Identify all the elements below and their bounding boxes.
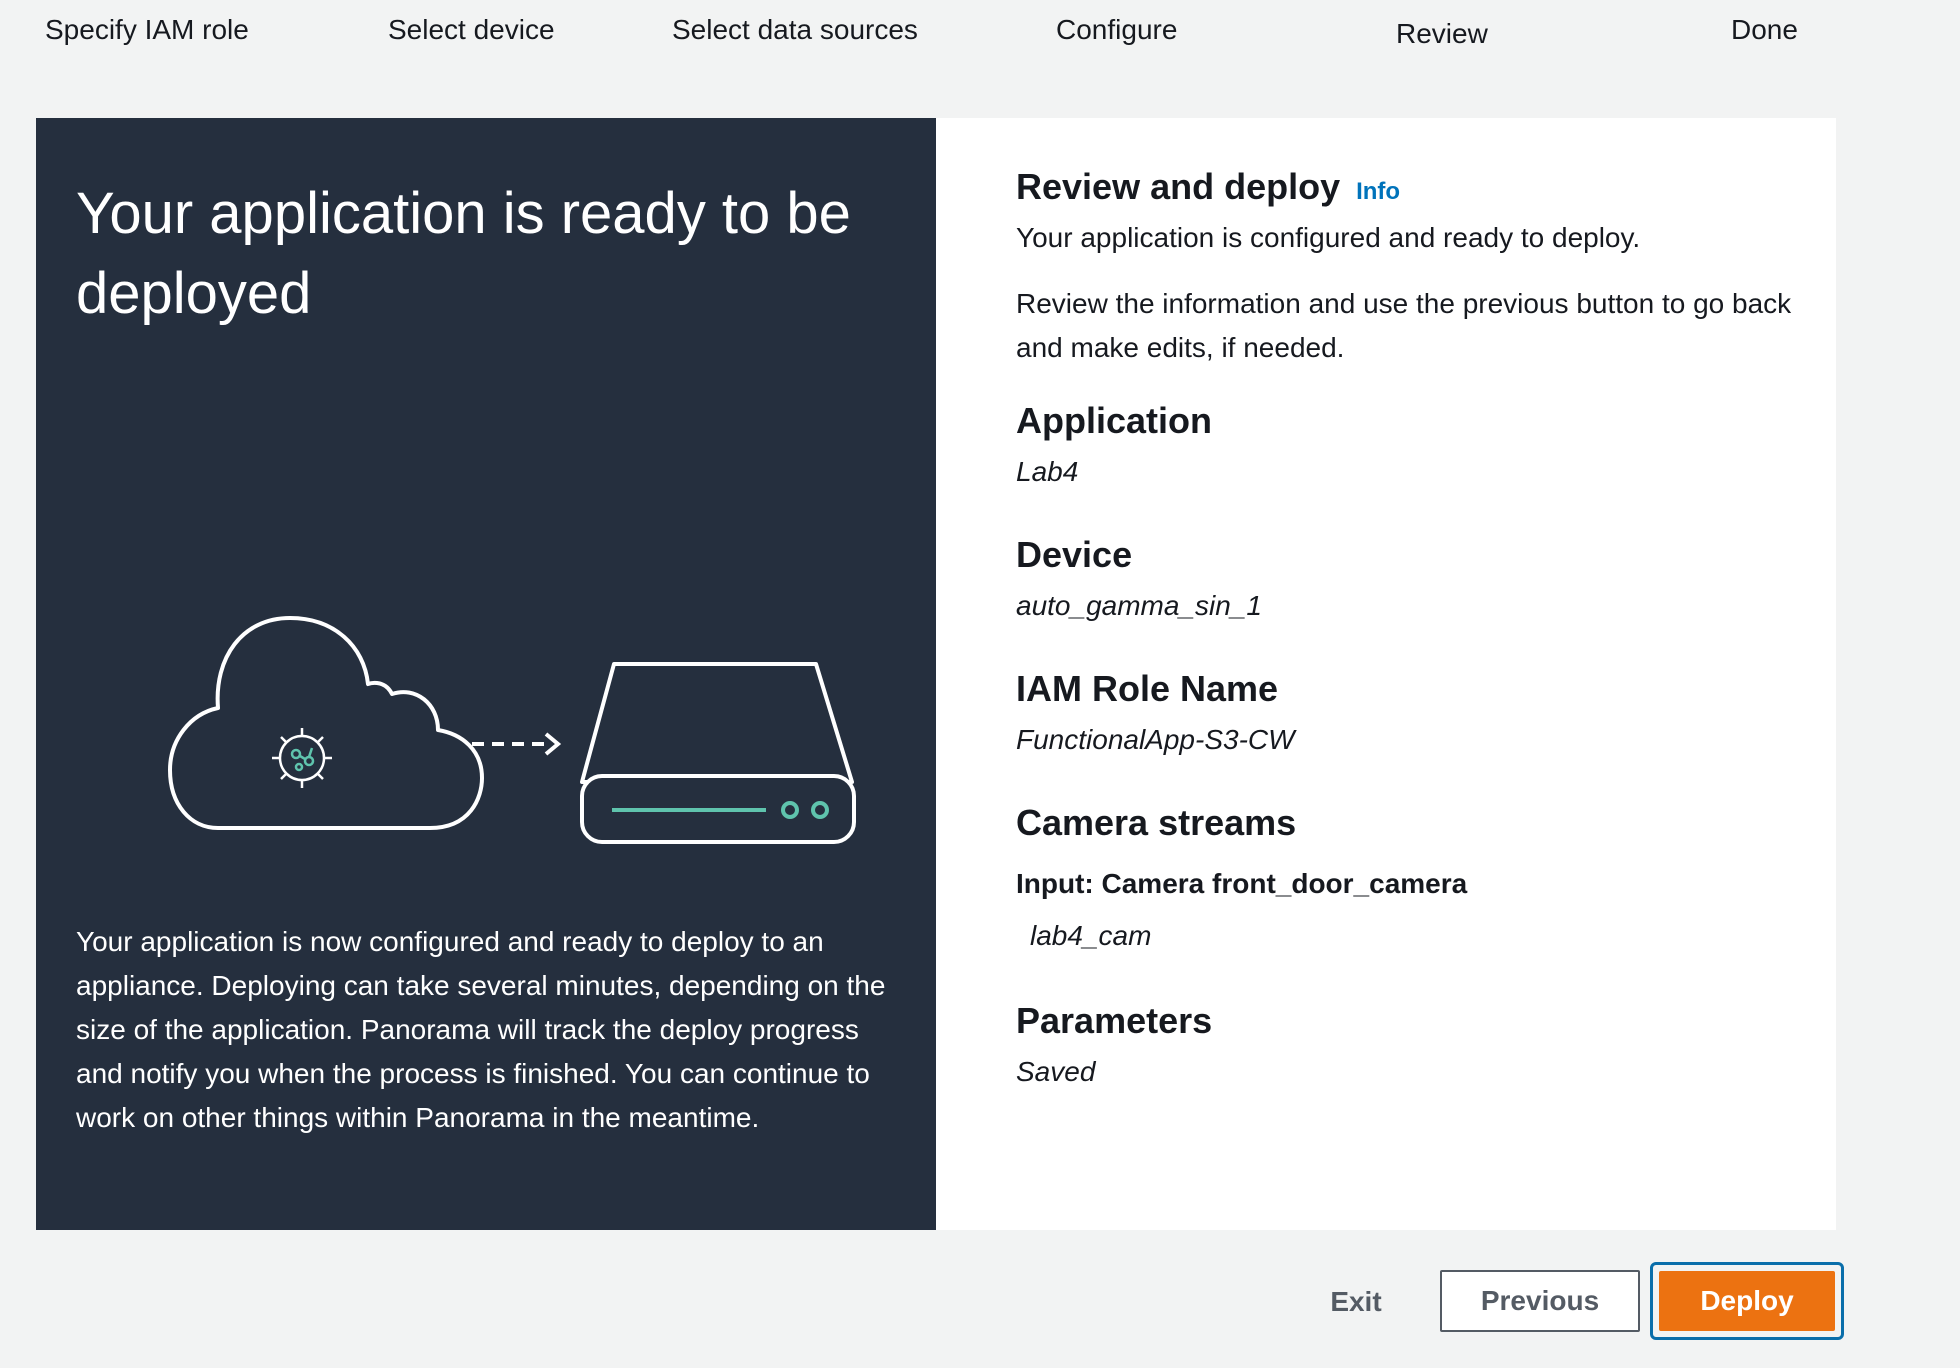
step-review[interactable]: Review (1396, 18, 1488, 50)
deploy-focus-ring: Deploy (1650, 1262, 1844, 1340)
step-select-device[interactable]: Select device (388, 14, 555, 46)
hero-description: Your application is now configured and r… (76, 926, 886, 1133)
wizard-steps: Specify IAM role Select device Select da… (0, 0, 1960, 80)
iam-role-value: FunctionalApp-S3-CW (1016, 724, 1295, 755)
exit-button[interactable]: Exit (1300, 1272, 1412, 1332)
parameters-heading: Parameters (1016, 1000, 1213, 1041)
parameters-value: Saved (1016, 1056, 1096, 1087)
hero-panel: Your application is ready to be deployed (36, 118, 936, 1230)
review-note: Review the information and use the previ… (1016, 288, 1792, 363)
cloud-icon (168, 616, 484, 830)
application-heading: Application (1016, 400, 1212, 441)
gear-icon (272, 728, 332, 788)
camera-stream-value: lab4_cam (1030, 920, 1152, 951)
step-configure[interactable]: Configure (1056, 14, 1177, 46)
deploy-button[interactable]: Deploy (1659, 1271, 1835, 1331)
review-panel: Review and deploy Info Your application i… (936, 118, 1836, 1230)
step-specify-iam-role[interactable]: Specify IAM role (45, 14, 249, 46)
dashed-arrow-icon (472, 732, 562, 756)
review-subtitle: Your application is configured and ready… (1016, 222, 1641, 253)
device-heading: Device (1016, 534, 1133, 575)
hero-title: Your application is ready to be deployed (76, 181, 851, 326)
iam-role-heading: IAM Role Name (1016, 668, 1279, 709)
appliance-icon (580, 662, 856, 844)
step-done[interactable]: Done (1731, 14, 1798, 46)
camera-streams-heading: Camera streams (1016, 802, 1297, 843)
review-title-text: Review and deploy (1016, 166, 1341, 207)
camera-input-label: Input: Camera front_door_camera (1016, 868, 1468, 899)
review-title: Review and deploy Info (1016, 166, 1806, 208)
info-link[interactable]: Info (1356, 178, 1400, 205)
application-value: Lab4 (1016, 456, 1079, 487)
device-value: auto_gamma_sin_1 (1016, 590, 1262, 621)
deploy-illustration (168, 616, 856, 844)
step-select-data-sources[interactable]: Select data sources (672, 14, 918, 46)
previous-button[interactable]: Previous (1440, 1270, 1640, 1332)
